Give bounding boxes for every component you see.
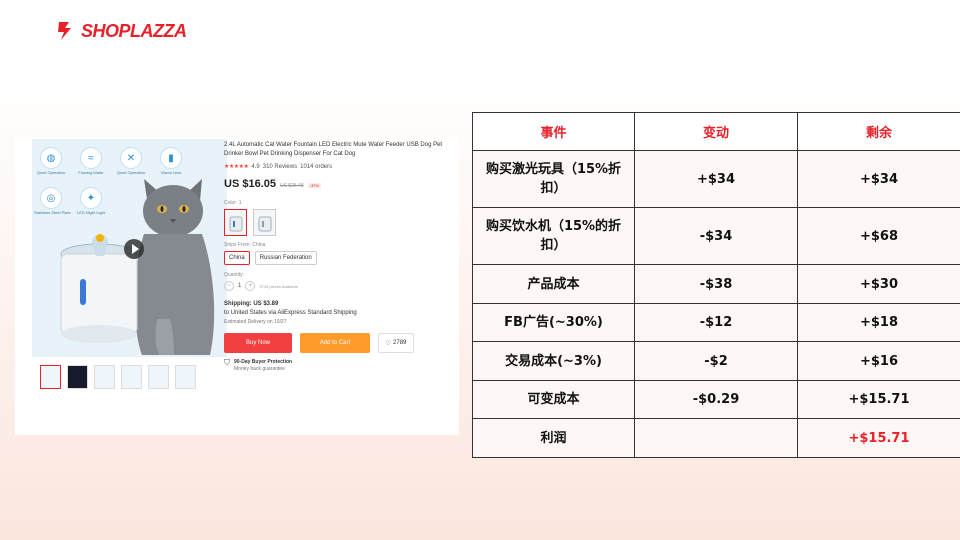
- heart-icon: ♡: [385, 340, 392, 347]
- header-remaining: 剩余: [797, 112, 960, 151]
- cell-event: 可变成本: [472, 380, 635, 419]
- brand-logo: SHOPLAZZA: [55, 20, 187, 42]
- ship-option-russia[interactable]: Russian Federation: [254, 251, 317, 265]
- thumbnail-4[interactable]: [121, 365, 142, 389]
- original-price: US $25.48: [279, 183, 304, 189]
- table-row: 购买饮水机（15%的折扣） -$34 +$68: [472, 207, 960, 265]
- reviews-link[interactable]: 310 Reviews: [263, 164, 297, 170]
- cell-remaining: +$16: [797, 341, 960, 381]
- quantity-value[interactable]: 1: [238, 283, 241, 289]
- table-row: 产品成本 -$38 +$30: [472, 264, 960, 304]
- play-video-button[interactable]: [124, 239, 144, 259]
- quantity-increase-button[interactable]: +: [245, 281, 256, 291]
- shipping-cost: Shipping: US $3.89: [224, 301, 279, 307]
- fountain-thumb-icon: [229, 216, 242, 231]
- color-options: [224, 209, 459, 236]
- quantity-label: Quantity:: [224, 272, 245, 278]
- header-change: 变动: [634, 112, 798, 151]
- color-option-2[interactable]: [253, 209, 276, 236]
- cell-event: 利润: [472, 418, 635, 458]
- protection-subtitle: Money back guarantee: [234, 366, 285, 372]
- cell-change: -$0.29: [634, 380, 798, 419]
- quiet-icon: ◍: [40, 147, 62, 169]
- cell-event: 购买激光玩具（15%折扣）: [472, 150, 635, 208]
- cell-change: -$34: [634, 207, 798, 265]
- header-event: 事件: [472, 112, 635, 151]
- cell-remaining: +$18: [797, 303, 960, 342]
- shipping-info: Shipping: US $3.89 to United States via …: [224, 300, 459, 327]
- feature-flowing-water: ≈ Flowing Water: [74, 147, 108, 175]
- orders-count: 1014 orders: [300, 163, 333, 170]
- table-row: FB广告(~30%) -$12 +$18: [472, 303, 960, 342]
- star-rating-icon: ★★★★★: [224, 164, 249, 170]
- cell-change: +$34: [634, 150, 798, 208]
- ships-from-label: Ships From: China: [224, 242, 266, 248]
- rating-row: ★★★★★ 4.9 310 Reviews 1014 orders: [224, 163, 459, 171]
- protection-title: 90-Day Buyer Protection: [234, 359, 293, 365]
- add-to-cart-button[interactable]: Add to Cart: [300, 333, 370, 353]
- discount-badge: -37%: [307, 183, 321, 188]
- cell-change: -$12: [634, 303, 798, 342]
- cell-event: 购买饮水机（15%的折扣）: [472, 207, 635, 265]
- cell-remaining: +$34: [797, 150, 960, 208]
- mute-icon: ✕: [120, 147, 142, 169]
- cell-profit-remaining: +$15.71: [797, 418, 960, 458]
- cell-event: FB广告(~30%): [472, 303, 635, 342]
- table-row: 交易成本(~3%) -$2 +$16: [472, 341, 960, 381]
- product-title: 2.4L Automatic Cat Water Fountain LED El…: [224, 142, 443, 157]
- rating-value: 4.9: [251, 163, 260, 170]
- bulb-icon: ✦: [80, 187, 102, 209]
- cell-event: 产品成本: [472, 264, 635, 304]
- wishlist-count: 2789: [393, 340, 407, 346]
- water-wave-icon: ≈: [80, 147, 102, 169]
- cell-remaining: +$68: [797, 207, 960, 265]
- cell-change: [634, 418, 798, 458]
- thumbnail-2[interactable]: [67, 365, 88, 389]
- thumbnail-1[interactable]: [40, 365, 61, 389]
- current-price: US $16.05: [224, 178, 276, 190]
- thumbnail-3[interactable]: [94, 365, 115, 389]
- cell-remaining: +$15.71: [797, 380, 960, 419]
- shoplazza-logo-icon: [58, 22, 71, 40]
- estimated-delivery: Estimated Delivery on 10/27: [224, 319, 287, 325]
- action-buttons: Buy Now Add to Cart ♡ 2789: [224, 333, 459, 353]
- product-info: 2.4L Automatic Cat Water Fountain LED El…: [224, 141, 459, 373]
- cell-remaining: +$30: [797, 264, 960, 304]
- color-label: Color: 1: [224, 200, 242, 206]
- cell-change: -$38: [634, 264, 798, 304]
- plate-icon: ◎: [40, 187, 62, 209]
- product-page-screenshot: ◍ Quiet Operation ≈ Flowing Water ✕ Quie…: [15, 137, 459, 435]
- wishlist-button[interactable]: ♡ 2789: [378, 333, 414, 353]
- quantity-decrease-button[interactable]: −: [224, 281, 234, 291]
- feature-quiet-operation-2: ✕ Quiet Operation: [114, 147, 148, 175]
- thumbnail-6[interactable]: [175, 365, 196, 389]
- lens-icon: ▮: [160, 147, 182, 169]
- thumbnail-5[interactable]: [148, 365, 169, 389]
- feature-visual-lens: ▮ Visual Lens: [154, 147, 188, 175]
- ship-from-options: China Russian Federation: [224, 251, 459, 265]
- cell-event: 交易成本(~3%): [472, 341, 635, 381]
- table-header-row: 事件 变动 剩余: [472, 112, 960, 151]
- quantity-stepper: − 1 + 9734 pieces available: [224, 281, 459, 291]
- table-row: 购买激光玩具（15%折扣） +$34 +$34: [472, 150, 960, 208]
- product-gallery: ◍ Quiet Operation ≈ Flowing Water ✕ Quie…: [32, 139, 227, 435]
- cell-change: -$2: [634, 341, 798, 381]
- price-row: US $16.05 US $25.48 -37%: [224, 178, 459, 190]
- feature-steel-plate: ◎ Stainless Steel Plate: [34, 187, 71, 215]
- feature-quiet-operation: ◍ Quiet Operation: [34, 147, 68, 175]
- quantity-available: 9734 pieces available: [259, 283, 298, 289]
- brand-name: SHOPLAZZA: [81, 20, 187, 41]
- table-row: 可变成本 -$0.29 +$15.71: [472, 380, 960, 419]
- table-row-profit: 利润 +$15.71: [472, 418, 960, 458]
- profit-breakdown-table: 事件 变动 剩余 购买激光玩具（15%折扣） +$34 +$34 购买饮水机（1…: [472, 112, 960, 458]
- shield-icon: ⛉: [224, 358, 230, 367]
- color-option-1[interactable]: [224, 209, 247, 236]
- shipping-destination[interactable]: to United States via AliExpress Standard…: [224, 309, 459, 318]
- fountain-thumb-icon: [258, 216, 271, 231]
- buy-now-button[interactable]: Buy Now: [224, 333, 292, 353]
- feature-led-light: ✦ LED Night Light: [74, 187, 108, 215]
- thumbnail-strip: [40, 365, 196, 389]
- buyer-protection: ⛉ 90-Day Buyer Protection Money back gua…: [224, 359, 459, 373]
- ship-option-china[interactable]: China: [224, 251, 250, 265]
